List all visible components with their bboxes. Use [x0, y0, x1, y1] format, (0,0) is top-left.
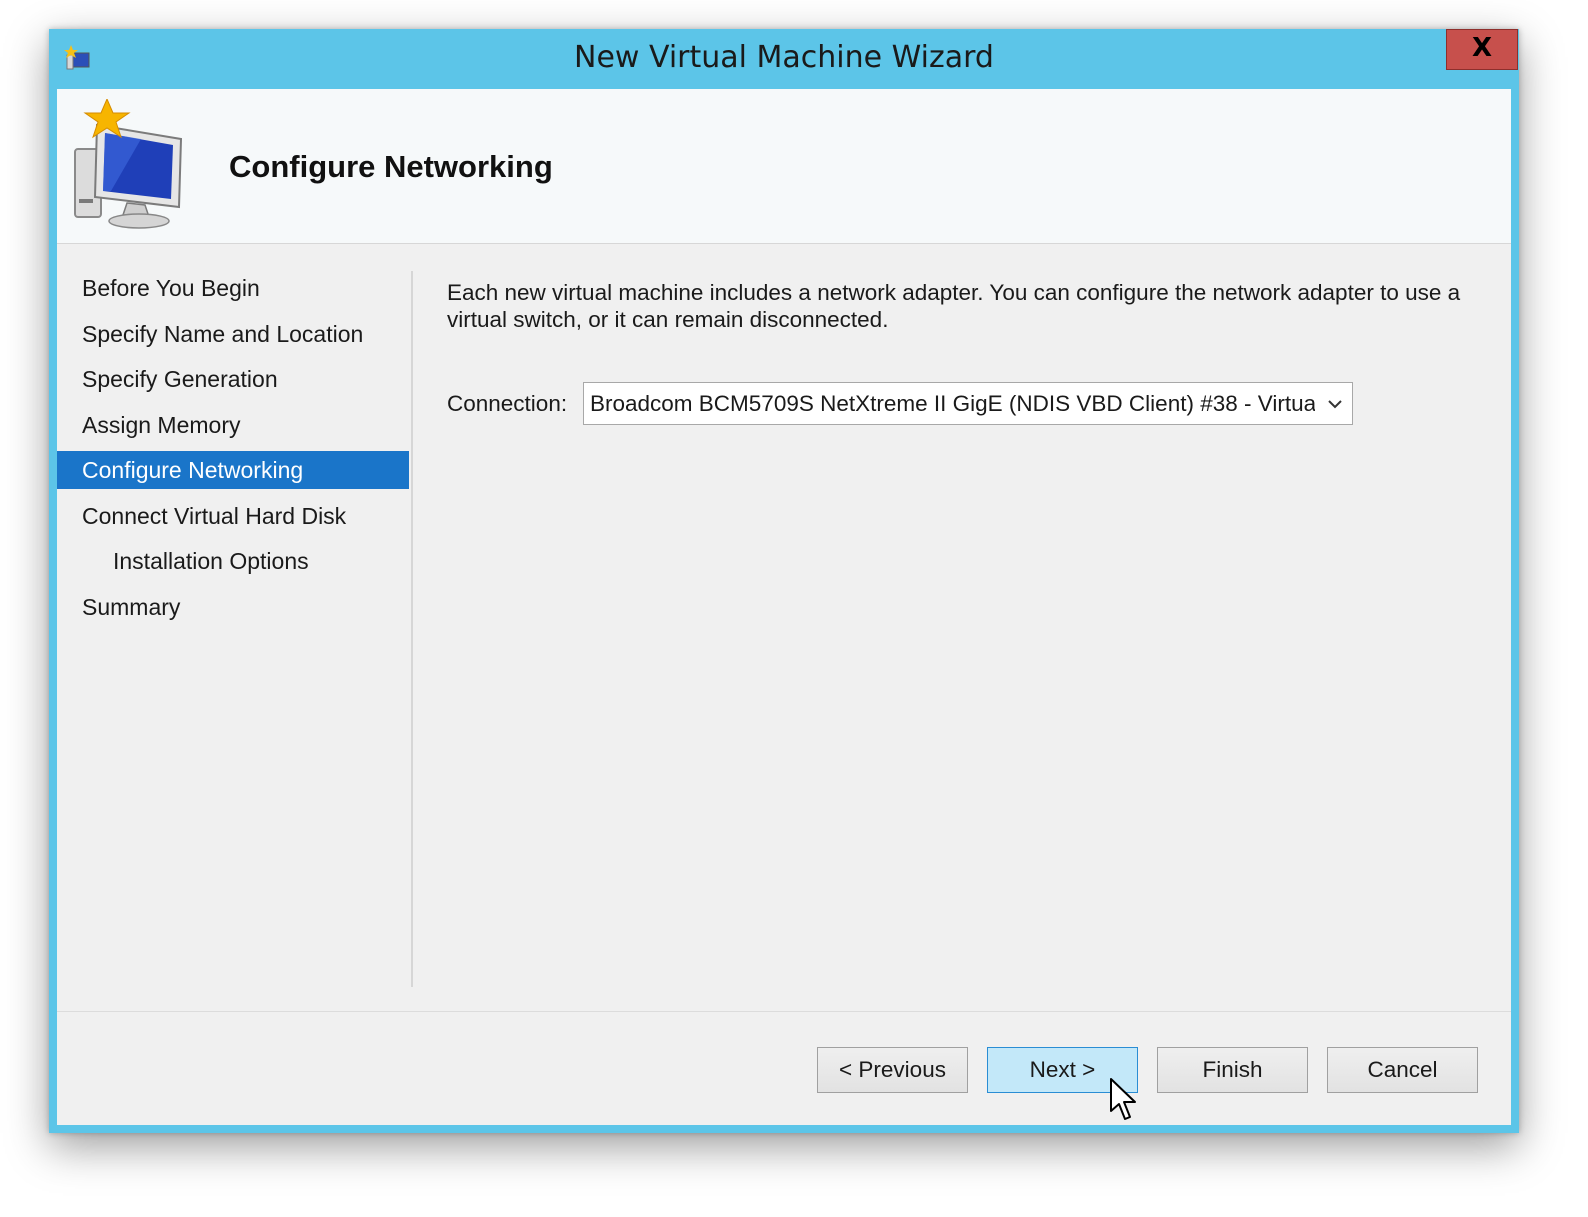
nav-step-specify-name-and-location[interactable]: Specify Name and Location	[57, 315, 409, 353]
nav-divider	[411, 271, 413, 987]
wizard-steps-nav: Before You Begin Specify Name and Locati…	[57, 269, 409, 633]
nav-step-assign-memory[interactable]: Assign Memory	[57, 406, 409, 444]
previous-button[interactable]: < Previous	[817, 1047, 968, 1093]
networking-description: Each new virtual machine includes a netw…	[447, 280, 1461, 332]
title-bar[interactable]: New Virtual Machine Wizard X	[49, 29, 1519, 89]
wizard-window: New Virtual Machine Wizard X Configure N…	[49, 29, 1519, 1133]
page-title: Configure Networking	[229, 149, 553, 184]
footer-divider	[57, 1011, 1511, 1012]
wizard-header: Configure Networking	[57, 89, 1511, 244]
wizard-client-area: Configure Networking Before You Begin Sp…	[57, 89, 1511, 1125]
nav-step-summary[interactable]: Summary	[57, 588, 409, 626]
nav-step-connect-virtual-hard-disk[interactable]: Connect Virtual Hard Disk	[57, 497, 409, 535]
nav-step-specify-generation[interactable]: Specify Generation	[57, 360, 409, 398]
connection-selected-value: Broadcom BCM5709S NetXtreme II GigE (NDI…	[590, 391, 1315, 416]
new-virtual-machine-icon	[74, 99, 183, 229]
nav-step-before-you-begin[interactable]: Before You Begin	[57, 269, 409, 307]
finish-button[interactable]: Finish	[1157, 1047, 1308, 1093]
connection-label: Connection:	[447, 391, 568, 416]
close-button[interactable]: X	[1446, 29, 1518, 70]
cancel-button[interactable]: Cancel	[1327, 1047, 1478, 1093]
mouse-pointer-icon	[1110, 1078, 1136, 1120]
nav-step-installation-options[interactable]: Installation Options	[57, 542, 409, 580]
nav-step-configure-networking[interactable]: Configure Networking	[57, 451, 409, 489]
chevron-down-icon[interactable]	[1326, 395, 1344, 413]
connection-dropdown[interactable]: Broadcom BCM5709S NetXtreme II GigE (NDI…	[583, 382, 1353, 425]
window-title: New Virtual Machine Wizard	[574, 40, 994, 75]
